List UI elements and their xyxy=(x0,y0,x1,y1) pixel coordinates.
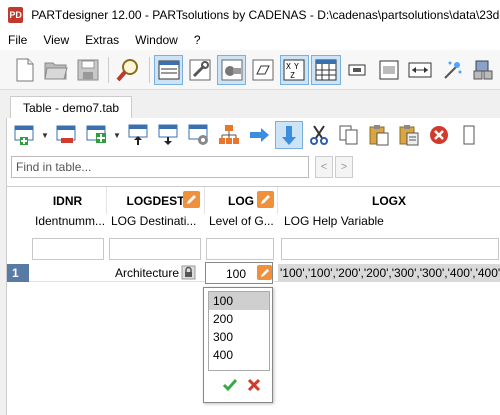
lock-icon xyxy=(181,265,196,280)
copy-icon[interactable] xyxy=(335,121,363,149)
data-grid: IDNR LOGDEST LOG LOGX Identnumm... LOG D… xyxy=(7,186,500,415)
cell-logx[interactable]: '100','100','200','200','300','300','400… xyxy=(278,264,500,282)
more-tools-icon[interactable] xyxy=(455,121,483,149)
part-3d-icon[interactable] xyxy=(216,54,247,85)
column-header-logx[interactable]: LOGX xyxy=(278,187,500,214)
edit-pencil-icon[interactable] xyxy=(183,191,200,208)
filter-logdest-input[interactable] xyxy=(109,238,201,260)
toolbar-separator xyxy=(108,56,110,83)
delete-row-icon[interactable] xyxy=(53,121,81,149)
table-editor-panel: ▼ ▼ Find in table... < > IDNR LOGDEST LO… xyxy=(6,118,500,415)
app-logo-icon: PD xyxy=(8,7,24,23)
dropdown-toggle-icon[interactable] xyxy=(257,265,272,280)
tab-demo7[interactable]: Table - demo7.tab xyxy=(10,96,133,118)
title-bar: PD PARTdesigner 12.00 - PARTsolutions by… xyxy=(0,0,500,30)
hierarchy-icon[interactable] xyxy=(215,121,243,149)
save-icon[interactable] xyxy=(73,55,102,85)
column-desc-logx: LOG Help Variable xyxy=(284,214,384,228)
svg-text:X: X xyxy=(286,62,291,71)
add-row-icon[interactable] xyxy=(11,121,39,149)
new-file-icon[interactable] xyxy=(10,55,39,85)
filter-log-input[interactable] xyxy=(206,238,274,260)
document-tab-strip: Table - demo7.tab xyxy=(0,90,500,118)
dropdown-option-200[interactable]: 200 xyxy=(209,310,269,328)
insert-column-icon[interactable] xyxy=(83,121,111,149)
main-toolbar: XYZ xyxy=(0,50,500,90)
window-title: PARTdesigner 12.00 - PARTsolutions by CA… xyxy=(31,8,500,22)
menu-view[interactable]: View xyxy=(35,33,77,47)
menu-extras[interactable]: Extras xyxy=(77,33,127,47)
search-magnifier-icon[interactable] xyxy=(113,55,142,85)
menu-file[interactable]: File xyxy=(0,33,35,47)
log-cell-value: 100 xyxy=(226,267,247,281)
menu-bar: File View Extras Window ? xyxy=(0,30,500,50)
move-row-down-icon[interactable] xyxy=(155,121,183,149)
dimension-icon[interactable] xyxy=(374,55,403,85)
sketch-icon[interactable] xyxy=(248,55,277,85)
paste-icon[interactable] xyxy=(365,121,393,149)
edit-pencil-icon[interactable] xyxy=(257,191,274,208)
arrow-down-icon[interactable] xyxy=(275,121,303,149)
wrench-icon[interactable] xyxy=(185,55,214,85)
table-editor-icon[interactable] xyxy=(311,54,341,85)
column-header-log-label: LOG xyxy=(228,193,254,208)
add-row-dropdown-icon[interactable]: ▼ xyxy=(41,131,49,140)
filter-idnr-input[interactable] xyxy=(32,238,104,260)
row-header[interactable]: 1 xyxy=(7,264,29,282)
delete-icon[interactable] xyxy=(425,121,453,149)
cancel-x-icon[interactable] xyxy=(246,377,262,393)
dropdown-option-400[interactable]: 400 xyxy=(209,346,269,364)
paste-special-icon[interactable] xyxy=(395,121,423,149)
svg-text:Z: Z xyxy=(290,71,295,80)
menu-window[interactable]: Window xyxy=(127,33,186,47)
column-desc-logdest: LOG Destinati... xyxy=(111,214,197,228)
open-folder-icon[interactable] xyxy=(41,55,70,85)
find-next-button[interactable]: > xyxy=(335,156,353,178)
find-prev-button[interactable]: < xyxy=(315,156,333,178)
column-desc-log: Level of G... xyxy=(209,214,274,228)
column-header-idnr[interactable]: IDNR xyxy=(29,187,107,214)
assembly-icon[interactable] xyxy=(469,55,498,85)
view-front-icon[interactable] xyxy=(343,55,372,85)
value-dropdown: 100 200 300 400 xyxy=(203,287,273,403)
filter-logx-input[interactable] xyxy=(281,238,499,260)
arrow-right-icon[interactable] xyxy=(245,121,273,149)
xyz-variables-icon[interactable]: XYZ xyxy=(279,54,310,85)
table-view-icon[interactable] xyxy=(153,54,184,85)
dropdown-option-300[interactable]: 300 xyxy=(209,328,269,346)
dropdown-option-100[interactable]: 100 xyxy=(209,292,269,310)
find-in-table-input[interactable] xyxy=(11,156,309,178)
insert-column-dropdown-icon[interactable]: ▼ xyxy=(113,131,121,140)
move-row-up-icon[interactable] xyxy=(125,121,153,149)
cell-logdest[interactable]: Architecture xyxy=(115,264,179,282)
column-desc-idnr: Identnumm... xyxy=(35,214,106,228)
table-toolbar: ▼ ▼ xyxy=(7,118,500,152)
find-bar: < > xyxy=(11,156,500,178)
dropdown-list[interactable]: 100 200 300 400 xyxy=(208,291,270,371)
confirm-check-icon[interactable] xyxy=(222,377,238,393)
table-settings-icon[interactable] xyxy=(185,121,213,149)
svg-text:Y: Y xyxy=(294,62,299,71)
measure-icon[interactable] xyxy=(406,55,435,85)
cut-icon[interactable] xyxy=(305,121,333,149)
menu-help[interactable]: ? xyxy=(186,33,209,47)
toolbar-separator xyxy=(148,56,150,83)
magic-wand-icon[interactable] xyxy=(437,55,466,85)
column-header-logdest-label: LOGDEST xyxy=(126,193,185,208)
